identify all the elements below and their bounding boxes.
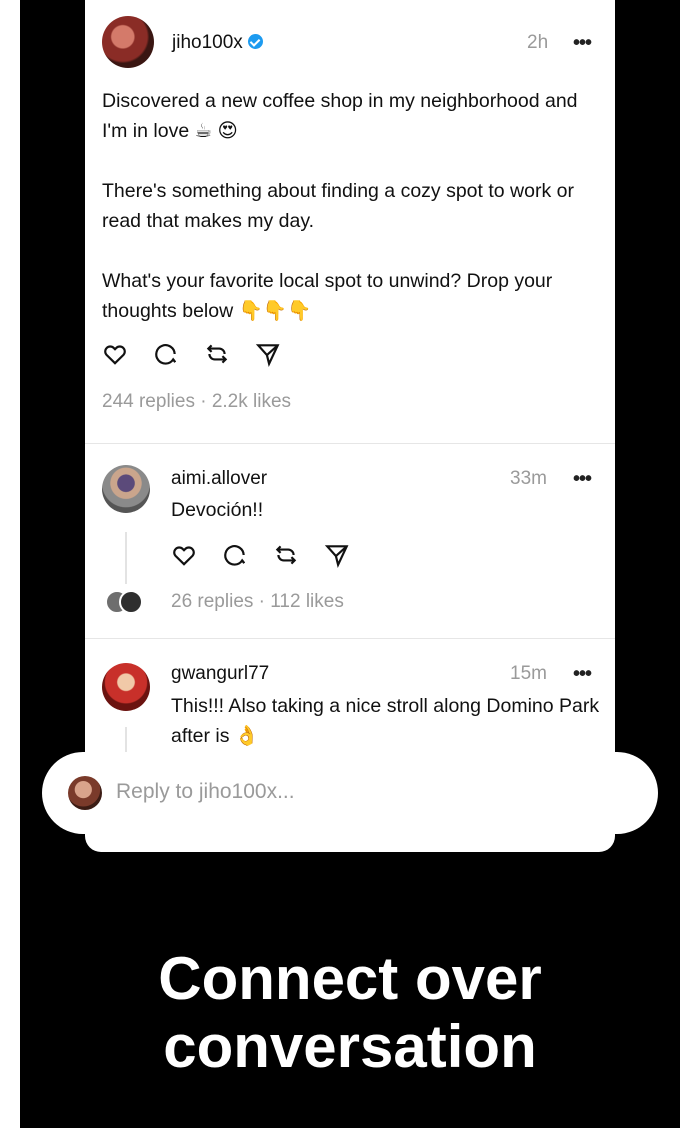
share-icon[interactable]	[324, 542, 350, 568]
avatar[interactable]	[102, 465, 150, 513]
thread-line	[125, 532, 127, 584]
avatar	[68, 776, 102, 810]
like-icon[interactable]	[171, 542, 197, 568]
post-paragraph: What's your favorite local spot to unwin…	[102, 270, 553, 322]
share-icon[interactable]	[255, 341, 281, 367]
reply-post: aimi.allover 33m ••• Devoción!! 26 repli…	[85, 444, 615, 638]
main-post: jiho100x 2h ••• Discovered a new coffee …	[85, 0, 615, 443]
caption-line: conversation	[163, 1013, 537, 1080]
post-time: 2h	[527, 32, 549, 53]
reply-actions	[171, 542, 375, 568]
username[interactable]: jiho100x	[172, 32, 263, 54]
repost-icon[interactable]	[204, 341, 230, 367]
comment-icon[interactable]	[153, 341, 179, 367]
thread-feed: jiho100x 2h ••• Discovered a new coffee …	[85, 0, 615, 852]
post-paragraph: There's something about finding a cozy s…	[102, 180, 574, 232]
post-paragraph: Discovered a new coffee shop in my neigh…	[102, 90, 578, 142]
post-actions	[102, 341, 306, 367]
promo-caption: Connect over conversation	[20, 945, 680, 1081]
like-icon[interactable]	[102, 341, 128, 367]
reply-input-placeholder[interactable]: Reply to jiho100x...	[116, 780, 295, 804]
more-options-button[interactable]: •••	[573, 664, 592, 684]
reply-text: Devoción!!	[171, 499, 264, 521]
reply-text: This!!! Also taking a nice stroll along …	[171, 695, 600, 747]
comment-icon[interactable]	[222, 542, 248, 568]
replier-avatar	[119, 590, 143, 614]
avatar[interactable]	[102, 16, 154, 68]
verified-badge-icon	[247, 34, 263, 49]
reply-time: 33m	[510, 468, 547, 489]
avatar[interactable]	[102, 663, 150, 711]
more-options-button[interactable]: •••	[573, 469, 592, 489]
repost-icon[interactable]	[273, 542, 299, 568]
post-stats[interactable]: 244 replies · 2.2k likes	[102, 391, 291, 413]
reply-stats[interactable]: 26 replies · 112 likes	[171, 591, 344, 613]
more-options-button[interactable]: •••	[573, 33, 592, 53]
reply-input-bar[interactable]: Reply to jiho100x...	[42, 752, 658, 834]
post-body: Discovered a new coffee shop in my neigh…	[102, 86, 602, 326]
caption-line: Connect over	[158, 945, 542, 1012]
username[interactable]: gwangurl77	[171, 663, 269, 685]
reply-time: 15m	[510, 663, 547, 684]
username[interactable]: aimi.allover	[171, 468, 267, 490]
